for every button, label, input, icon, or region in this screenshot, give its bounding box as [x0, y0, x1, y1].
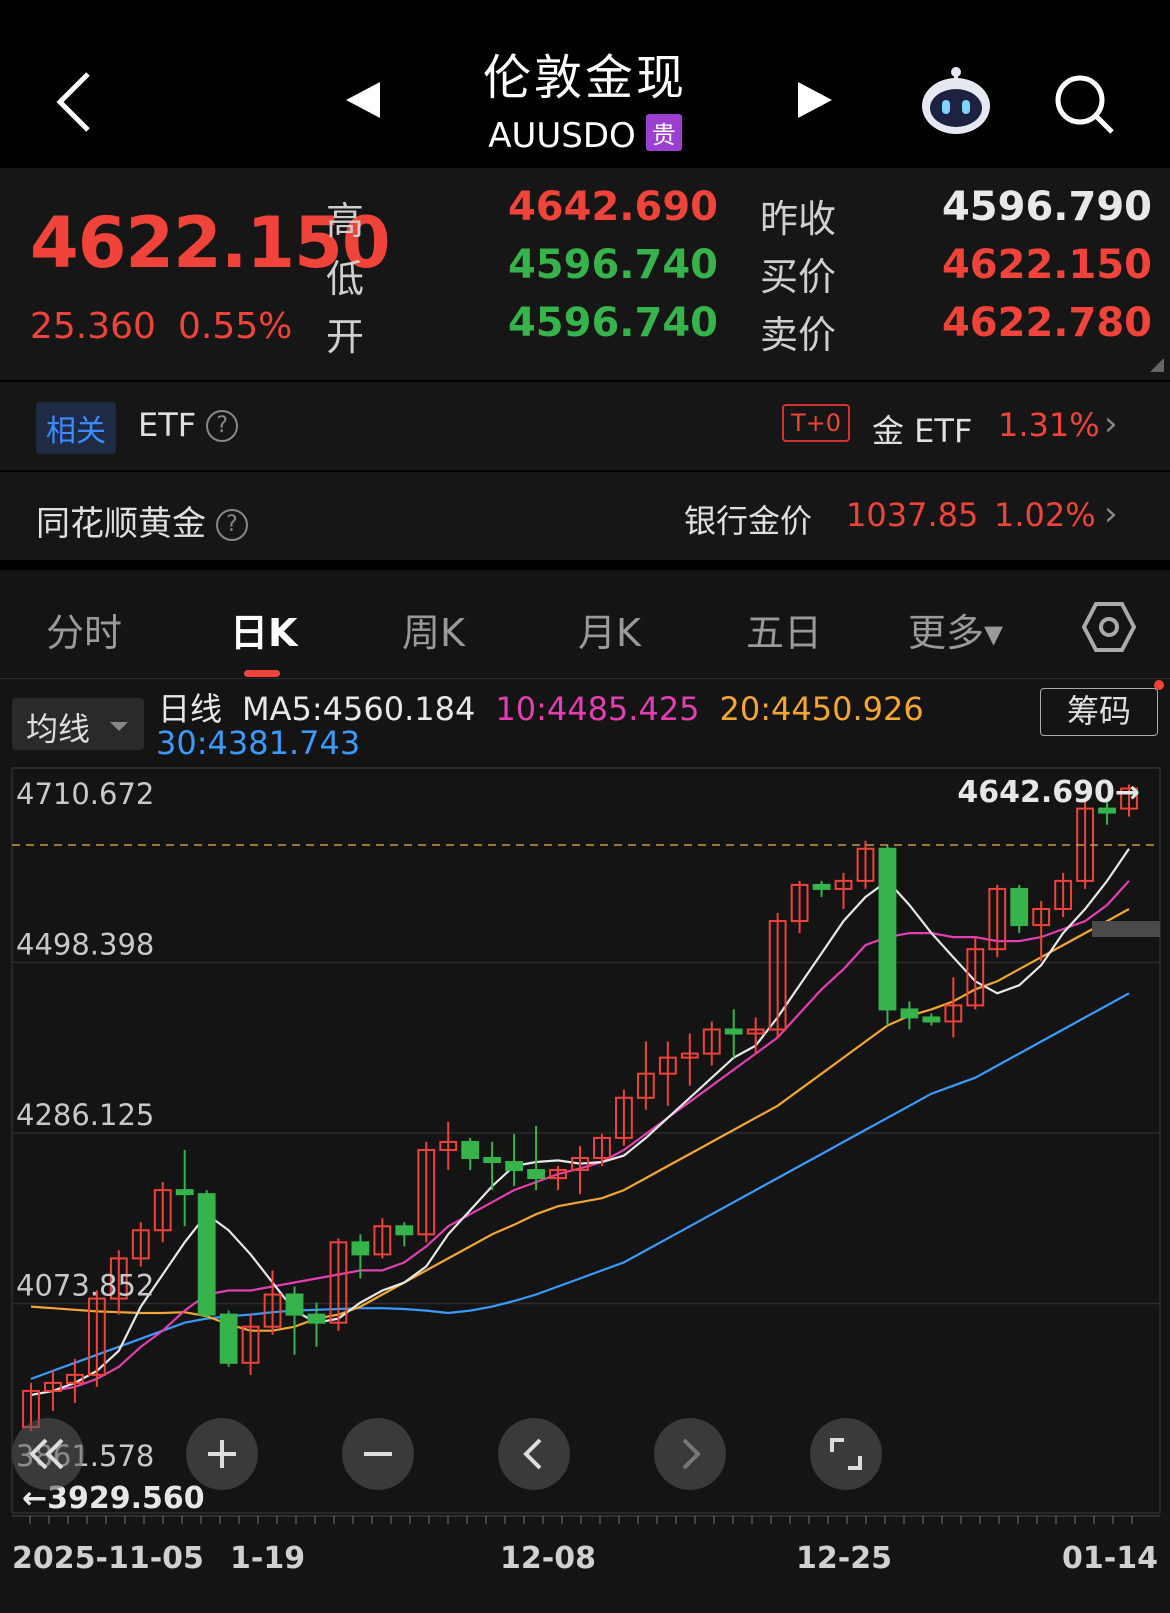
x-tick-label: 1-19: [230, 1541, 305, 1576]
chevron-left-icon: [523, 1438, 542, 1470]
x-tick-label: 12-25: [796, 1541, 892, 1576]
candle-body: [307, 1313, 326, 1324]
y-tick-label: 4286.125: [16, 1098, 154, 1132]
candle-body: [351, 1241, 370, 1256]
double-chevron-left-icon: [29, 1438, 64, 1470]
minus-icon: [364, 1452, 392, 1456]
moving-average-lines: [30, 848, 1130, 1396]
y-axis: 4710.6724498.3984286.1254073.8523861.578: [16, 777, 154, 1473]
y-tick-label: 4073.852: [16, 1268, 154, 1302]
candle-body: [483, 1156, 502, 1164]
high-marker: 4642.690→: [957, 775, 1140, 810]
chevron-right-icon: [682, 1438, 701, 1470]
candlestick-chart[interactable]: 4710.6724498.3984286.1254073.8523861.578…: [0, 0, 1170, 1613]
next-button[interactable]: [654, 1418, 726, 1490]
candle-body: [724, 1028, 743, 1035]
candle-body: [505, 1161, 524, 1172]
fullscreen-button[interactable]: [810, 1418, 882, 1490]
current-price-tag: [1092, 921, 1160, 937]
plus-icon: [208, 1440, 236, 1468]
x-axis: 2025-11-05 1-19 12-08 12-25 01-14: [12, 1515, 1160, 1576]
ma5-line: [30, 848, 1130, 1396]
ma20-line: [30, 908, 1130, 1332]
x-tick-label: 01-14: [1062, 1541, 1158, 1576]
candle-body: [527, 1169, 545, 1180]
x-tick-label: 12-08: [500, 1541, 596, 1576]
x-tick-label: 2025-11-05: [12, 1541, 204, 1576]
candle-body: [878, 847, 897, 1011]
fullscreen-icon: [830, 1438, 862, 1470]
candle-body: [219, 1313, 238, 1364]
prev-button[interactable]: [498, 1418, 570, 1490]
zoom-out-button[interactable]: [342, 1418, 414, 1490]
y-tick-label: 4710.672: [16, 777, 154, 811]
rewind-button[interactable]: [12, 1418, 84, 1490]
candle-body: [175, 1189, 194, 1196]
candle-body: [900, 1008, 919, 1019]
chart-grid: [12, 961, 1160, 1305]
candle-body: [395, 1225, 414, 1236]
ma10-line: [30, 880, 1130, 1396]
candle-body: [197, 1193, 216, 1316]
chart-frame: [11, 767, 1161, 1514]
candle-body: [1010, 887, 1029, 927]
candle-body: [285, 1293, 304, 1316]
zoom-in-button[interactable]: [186, 1418, 258, 1490]
candle-body: [922, 1016, 941, 1023]
candles: [22, 784, 1138, 1432]
candle-body: [812, 883, 831, 890]
y-tick-label: 4498.398: [16, 928, 154, 962]
candle-body: [461, 1140, 480, 1159]
